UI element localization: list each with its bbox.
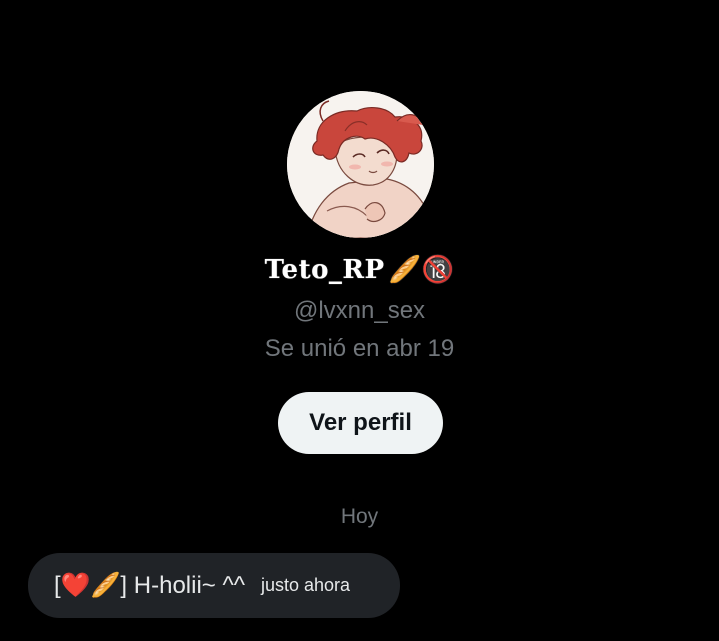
- message-bubble[interactable]: [❤️🥖] H-holii~ ^^ justo ahora: [28, 553, 400, 618]
- profile-handle: @lvxnn_sex: [293, 297, 426, 324]
- joined-date: Se unió en abr 19: [264, 335, 455, 362]
- display-name: Teto_RP 🥖🔞: [0, 255, 719, 285]
- message-timestamp: justo ahora: [261, 575, 351, 595]
- message-text: [❤️🥖] H-holii~ ^^: [54, 572, 245, 599]
- display-name-emoji: 🥖🔞: [388, 255, 455, 285]
- display-name-text: Teto_RP: [264, 255, 385, 285]
- avatar-illustration: [287, 91, 434, 238]
- avatar[interactable]: [287, 91, 434, 238]
- view-profile-button[interactable]: Ver perfil: [278, 392, 443, 454]
- date-separator: Hoy: [340, 505, 379, 528]
